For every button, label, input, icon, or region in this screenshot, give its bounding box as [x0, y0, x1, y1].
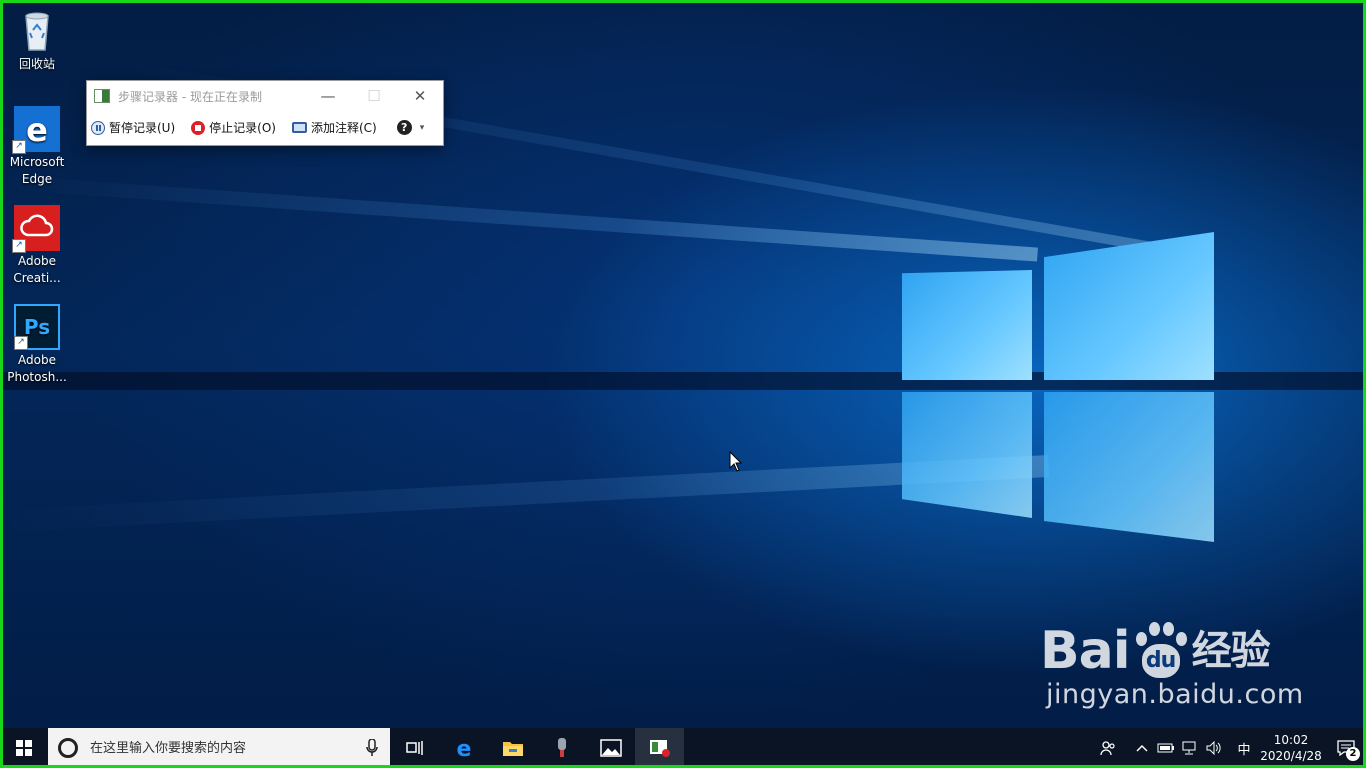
help-menu-caret-icon[interactable]: ▾	[420, 123, 425, 133]
logo-pane-bottom-right	[1044, 392, 1214, 542]
taskbar-clock[interactable]: 10:02 2020/4/28	[1256, 732, 1326, 764]
add-comment-button[interactable]: 添加注释(C)	[291, 119, 377, 136]
action-center-button[interactable]: 2	[1326, 728, 1366, 768]
windows-logo-icon	[16, 740, 32, 756]
desktop-icon-label: 回收站	[18, 57, 55, 71]
photoshop-icon: Ps ↗	[14, 304, 60, 350]
logo-pane-bottom-left	[902, 392, 1032, 518]
minimize-button[interactable]: —	[305, 81, 351, 111]
shortcut-arrow-icon: ↗	[14, 336, 28, 350]
add-comment-label: 添加注释(C)	[310, 121, 377, 135]
steps-recorder-icon	[649, 740, 670, 757]
watermark-paw-text: du	[1145, 648, 1176, 673]
stop-record-label: 停止记录(O)	[209, 121, 276, 135]
desktop-icon-label: Adobe Photosh...	[7, 353, 67, 384]
clock-time: 10:02	[1273, 733, 1309, 747]
watermark-logo-text: 经验	[1191, 628, 1271, 674]
logo-pane-top-left	[902, 270, 1032, 380]
maximize-button[interactable]: ☐	[351, 81, 397, 111]
svg-text:e: e	[456, 737, 471, 759]
battery-icon[interactable]	[1154, 728, 1178, 768]
comment-icon	[291, 122, 307, 133]
stop-icon	[191, 120, 206, 135]
taskbar-photos-button[interactable]	[586, 728, 635, 768]
adobe-creative-cloud-icon: ↗	[12, 205, 60, 253]
people-icon[interactable]	[1096, 728, 1120, 768]
desktop-icon-photoshop[interactable]: Ps ↗ Adobe Photosh...	[4, 304, 70, 386]
pause-icon	[91, 120, 105, 135]
desktop-icon-label: Adobe Creati...	[13, 254, 61, 285]
task-view-icon	[405, 741, 423, 755]
shortcut-arrow-icon: ↗	[12, 239, 26, 253]
desktop-icon-label: Microsoft Edge	[9, 155, 65, 186]
search-input[interactable]	[88, 739, 364, 757]
watermark-logo: Bai du 经验	[1040, 622, 1300, 680]
notification-badge: 2	[1346, 747, 1360, 761]
shortcut-arrow-icon: ↗	[12, 140, 26, 154]
photos-icon	[599, 739, 622, 757]
task-view-button[interactable]	[390, 728, 439, 768]
logo-pane-top-right	[1044, 232, 1214, 380]
desktop-icon-recycle-bin[interactable]: 回收站	[4, 8, 70, 73]
stop-record-button[interactable]: 停止记录(O)	[191, 119, 276, 136]
close-button[interactable]: ✕	[397, 81, 443, 111]
edge-icon: e ↗	[12, 106, 60, 154]
steps-recorder-window[interactable]: 步骤记录器 - 现在正在录制 — ☐ ✕ 暂停记录(U) 停止记录(O) 添加注…	[86, 80, 444, 146]
taskbar-voice-recorder-button[interactable]	[537, 728, 586, 768]
window-title: 步骤记录器 - 现在正在录制	[118, 89, 262, 104]
mouse-cursor-icon	[729, 451, 743, 472]
cortana-icon[interactable]	[58, 738, 78, 758]
help-icon[interactable]: ?	[396, 120, 412, 135]
desktop-icon-adobe-cc[interactable]: ↗ Adobe Creati...	[4, 205, 70, 287]
network-icon[interactable]	[1178, 728, 1202, 768]
microphone-icon[interactable]	[364, 738, 380, 758]
pause-record-button[interactable]: 暂停记录(U)	[91, 119, 175, 136]
watermark-logo-text: Bai	[1040, 621, 1131, 681]
input-method-indicator[interactable]: 中	[1232, 728, 1256, 768]
taskbar: e 中 10:02 2020/4/28	[0, 728, 1366, 768]
show-hidden-icons-icon[interactable]	[1130, 728, 1154, 768]
taskbar-file-explorer-button[interactable]	[488, 728, 537, 768]
folder-icon	[502, 742, 523, 756]
svg-text:e: e	[26, 111, 48, 149]
desktop-icon-edge[interactable]: e ↗ Microsoft Edge	[4, 106, 70, 188]
taskbar-search-box[interactable]	[48, 728, 390, 768]
pause-record-label: 暂停记录(U)	[109, 121, 176, 135]
baidu-jingyan-watermark: Bai du 经验 jingyan.baidu.com	[1040, 622, 1304, 710]
edge-icon: e	[456, 737, 471, 759]
clock-date: 2020/4/28	[1260, 749, 1322, 763]
baidu-paw-icon: du	[1132, 622, 1190, 680]
volume-icon[interactable]	[1202, 728, 1226, 768]
watermark-url: jingyan.baidu.com	[1046, 679, 1304, 710]
steps-recorder-titlebar[interactable]: 步骤记录器 - 现在正在录制 — ☐ ✕	[87, 81, 443, 111]
voice-recorder-icon	[557, 738, 566, 757]
light-beam	[0, 455, 1050, 532]
light-beam	[0, 175, 1038, 262]
steps-recorder-app-icon	[94, 89, 110, 103]
recycle-bin-icon	[14, 8, 60, 54]
taskbar-edge-button[interactable]: e	[439, 728, 488, 768]
system-tray: 中 10:02 2020/4/28 2	[1096, 728, 1366, 768]
start-button[interactable]	[0, 728, 48, 768]
taskbar-steps-recorder-button[interactable]	[635, 728, 684, 768]
steps-recorder-toolbar: 暂停记录(U) 停止记录(O) 添加注释(C) ? ▾	[87, 111, 443, 144]
